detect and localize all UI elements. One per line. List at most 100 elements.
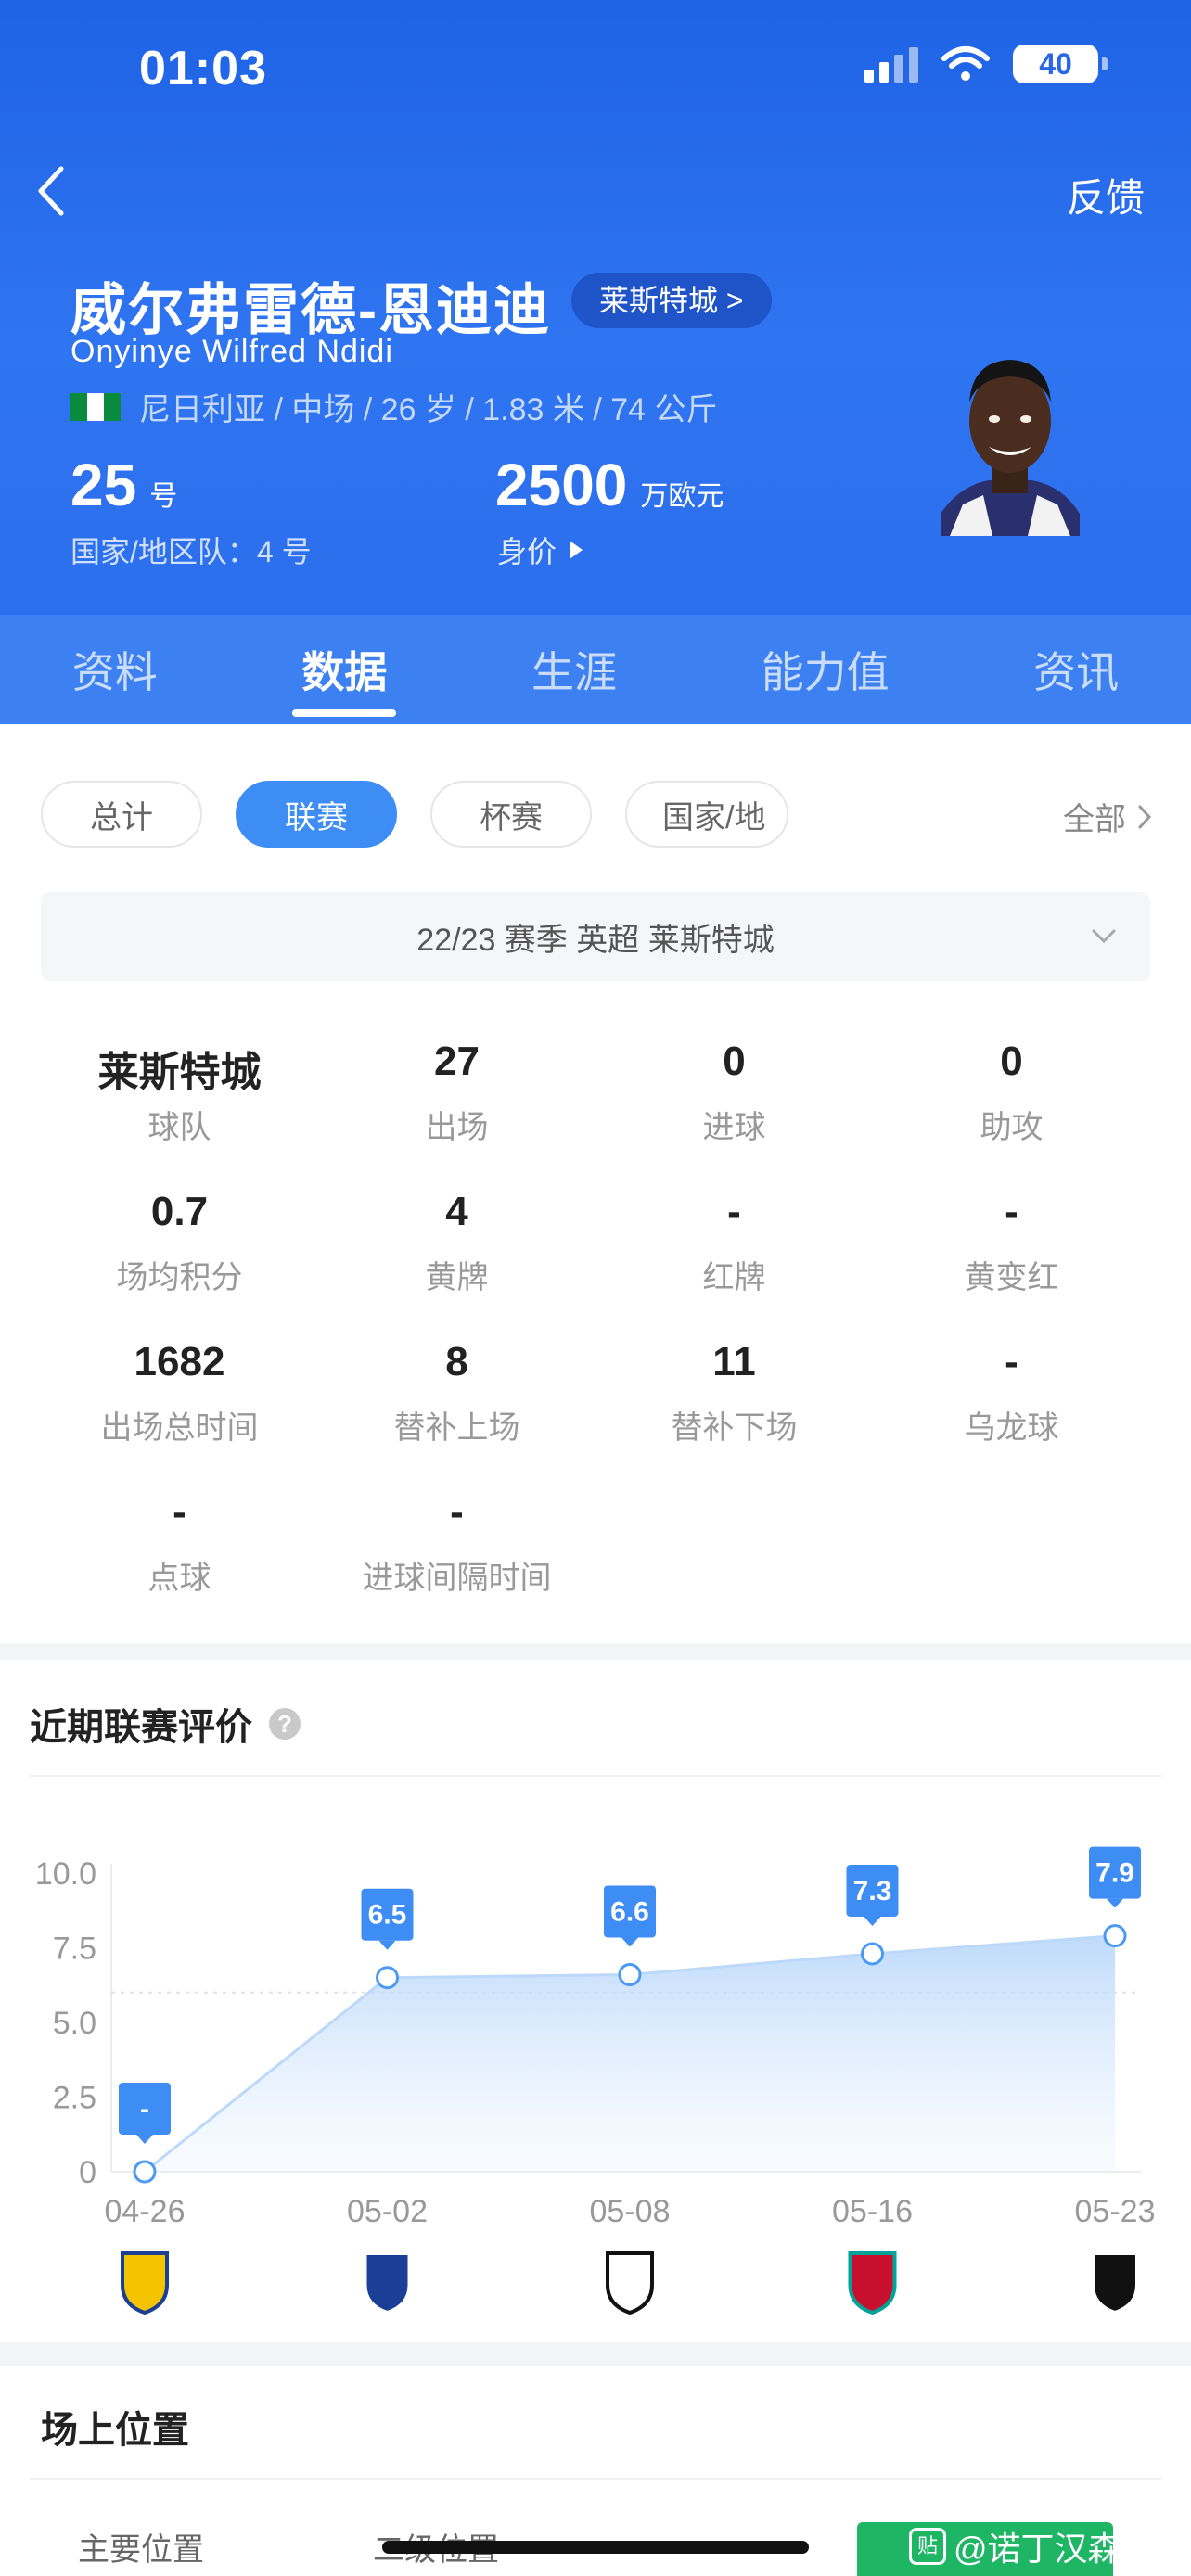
data-point <box>861 1942 884 1966</box>
stat-item: 0 助攻 <box>873 1039 1150 1147</box>
stat-label: 助攻 <box>980 1110 1044 1145</box>
market-value: 2500 万欧元 <box>495 451 724 519</box>
stat-label: 进球 <box>702 1110 766 1145</box>
season-selector[interactable]: 22/23 赛季 英超 莱斯特城 <box>41 892 1150 981</box>
help-icon[interactable]: ? <box>269 1708 301 1740</box>
data-label: 7.3 <box>853 1876 892 1906</box>
liverpool-crest-icon <box>848 2251 897 2315</box>
stat-label: 替补下场 <box>671 1410 798 1446</box>
stat-value: - <box>1005 1339 1018 1384</box>
stat-item: 0.7 场均积分 <box>41 1189 318 1297</box>
stat-value: - <box>1005 1189 1018 1234</box>
home-indicator[interactable] <box>382 2541 809 2554</box>
tab-bar: 资料 数据 生涯 能力值 资讯 <box>0 615 1191 724</box>
market-value-link[interactable]: 身价 <box>497 529 583 571</box>
player-name-en: Onyinye Wilfred Ndidi <box>70 334 393 369</box>
section-divider-line <box>30 2478 1161 2480</box>
newcastle-crest-icon <box>1091 2251 1139 2315</box>
tab-profile[interactable]: 资料 <box>63 639 167 700</box>
stat-item: 27 出场 <box>318 1039 596 1147</box>
stat-item: 4 黄牌 <box>318 1189 596 1297</box>
y-tick-label: 5.0 <box>53 2006 96 2041</box>
stat-item: - 点球 <box>41 1489 318 1598</box>
section-divider <box>0 2342 1191 2366</box>
stat-label: 进球间隔时间 <box>362 1561 552 1596</box>
stat-item: - 乌龙球 <box>873 1339 1150 1447</box>
stat-value: 11 <box>712 1339 756 1384</box>
market-value-unit: 万欧元 <box>640 481 724 512</box>
stat-label: 黄牌 <box>425 1260 489 1295</box>
everton-crest-icon <box>363 2251 412 2315</box>
stat-item: 莱斯特城 球队 <box>41 1039 318 1147</box>
stat-label: 替补上场 <box>393 1410 520 1446</box>
filter-national[interactable]: 国家/地 <box>625 781 788 848</box>
data-label-pointer <box>136 2135 153 2144</box>
filter-league[interactable]: 联赛 <box>236 781 397 848</box>
stat-item: - 红牌 <box>596 1189 873 1297</box>
stat-value: 1682 <box>134 1339 225 1384</box>
stat-value: 0 <box>723 1039 746 1084</box>
stat-label: 红牌 <box>702 1260 766 1295</box>
cellular-signal-icon <box>864 45 918 83</box>
shirt-number-value: 25 <box>70 452 137 518</box>
status-time: 01:03 <box>139 42 267 96</box>
main-position-label: 主要位置 <box>78 2532 204 2568</box>
filter-all-button[interactable]: 全部 <box>1063 794 1154 839</box>
section-divider-line <box>30 1775 1161 1777</box>
y-tick-label: 10.0 <box>35 1856 96 1892</box>
fulham-crest-icon <box>606 2251 654 2315</box>
data-point <box>133 2160 157 2184</box>
watermark: 贴 @诺丁汉森 <box>909 2522 1121 2570</box>
back-button[interactable] <box>33 163 78 219</box>
stat-value: 4 <box>445 1189 468 1234</box>
y-tick-label: 2.5 <box>53 2081 96 2116</box>
stat-value: 莱斯特城 <box>97 1050 262 1095</box>
team-link-button[interactable]: 莱斯特城 > <box>571 273 772 328</box>
data-label-pointer <box>864 1916 881 1926</box>
stat-label: 球队 <box>147 1110 211 1145</box>
data-label: 6.6 <box>610 1896 649 1927</box>
x-tick-label: 05-16 <box>832 2194 913 2229</box>
stat-value: 0.7 <box>150 1189 209 1234</box>
chevron-right-icon <box>1138 805 1152 828</box>
position-section-title: 场上位置 <box>41 2410 189 2451</box>
status-icons: 40 <box>864 45 1108 83</box>
tab-ability[interactable]: 能力值 <box>752 639 899 700</box>
filter-chips: 总计 联赛 杯赛 国家/地 <box>41 781 1154 848</box>
season-label: 22/23 赛季 英超 莱斯特城 <box>416 922 775 958</box>
stat-label: 乌龙球 <box>964 1410 1059 1446</box>
stat-item: 8 替补上场 <box>318 1339 596 1447</box>
stat-value: - <box>450 1489 464 1535</box>
player-info-text: 尼日利亚 / 中场 / 26 岁 / 1.83 米 / 74 公斤 <box>139 392 718 427</box>
feedback-button[interactable]: 反馈 <box>1067 167 1145 223</box>
stat-value: - <box>173 1489 186 1535</box>
data-label: 7.9 <box>1095 1858 1134 1889</box>
data-point <box>1103 1924 1127 1948</box>
stat-item: 11 替补下场 <box>596 1339 873 1447</box>
stat-item: - 黄变红 <box>873 1189 1150 1297</box>
filter-total[interactable]: 总计 <box>41 781 202 848</box>
stat-label: 出场 <box>425 1110 489 1145</box>
tieba-badge-icon: 贴 <box>909 2528 946 2565</box>
tab-career[interactable]: 生涯 <box>522 639 626 700</box>
triangle-right-icon <box>570 541 583 559</box>
filter-cup[interactable]: 杯赛 <box>430 781 592 848</box>
player-info-row: 尼日利亚 / 中场 / 26 岁 / 1.83 米 / 74 公斤 <box>70 384 718 429</box>
nigeria-flag-icon <box>70 392 121 421</box>
ratings-title-text: 近期联赛评价 <box>30 1707 252 1748</box>
stat-value: 8 <box>445 1339 468 1384</box>
watermark-text: @诺丁汉森 <box>954 2530 1121 2568</box>
y-tick-label: 0 <box>79 2155 96 2190</box>
battery-icon: 40 <box>1013 45 1108 83</box>
stat-item: 0 进球 <box>596 1039 873 1147</box>
x-tick-label: 05-23 <box>1075 2194 1156 2229</box>
tab-news[interactable]: 资讯 <box>1024 639 1128 700</box>
x-tick-label: 04-26 <box>105 2194 186 2229</box>
filter-all-label: 全部 <box>1063 802 1126 837</box>
stat-value: 0 <box>1000 1039 1023 1084</box>
x-tick-label: 05-02 <box>347 2194 428 2229</box>
data-label: - <box>140 2094 149 2124</box>
stat-label: 黄变红 <box>964 1260 1059 1295</box>
tab-data[interactable]: 数据 <box>292 639 397 717</box>
stat-value: - <box>727 1189 741 1234</box>
